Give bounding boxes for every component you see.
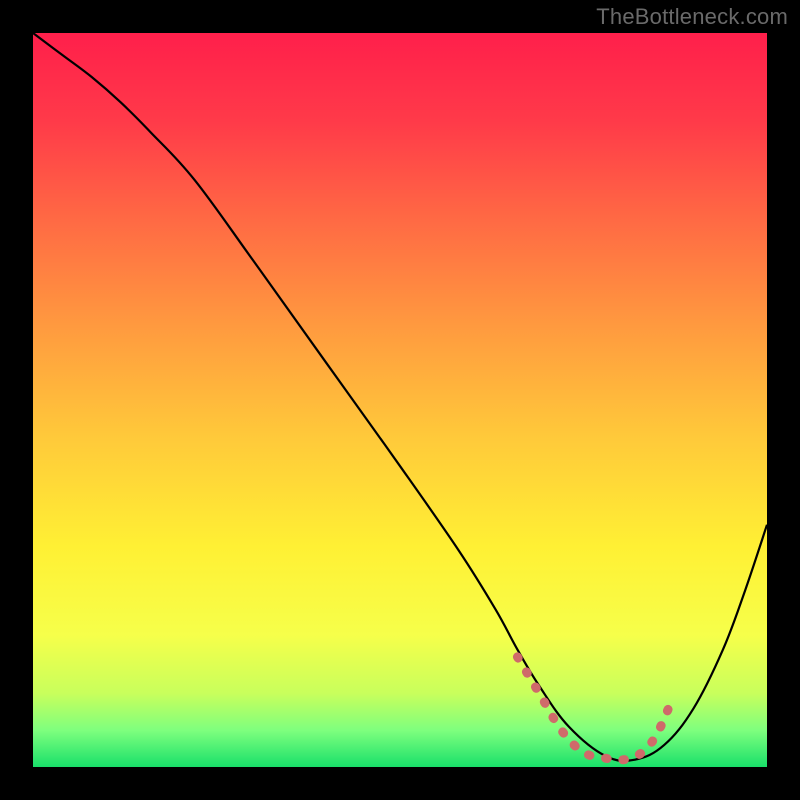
watermark-text: TheBottleneck.com (596, 4, 788, 30)
bottleneck-chart (0, 0, 800, 800)
chart-canvas: TheBottleneck.com (0, 0, 800, 800)
gradient-background (33, 33, 767, 767)
